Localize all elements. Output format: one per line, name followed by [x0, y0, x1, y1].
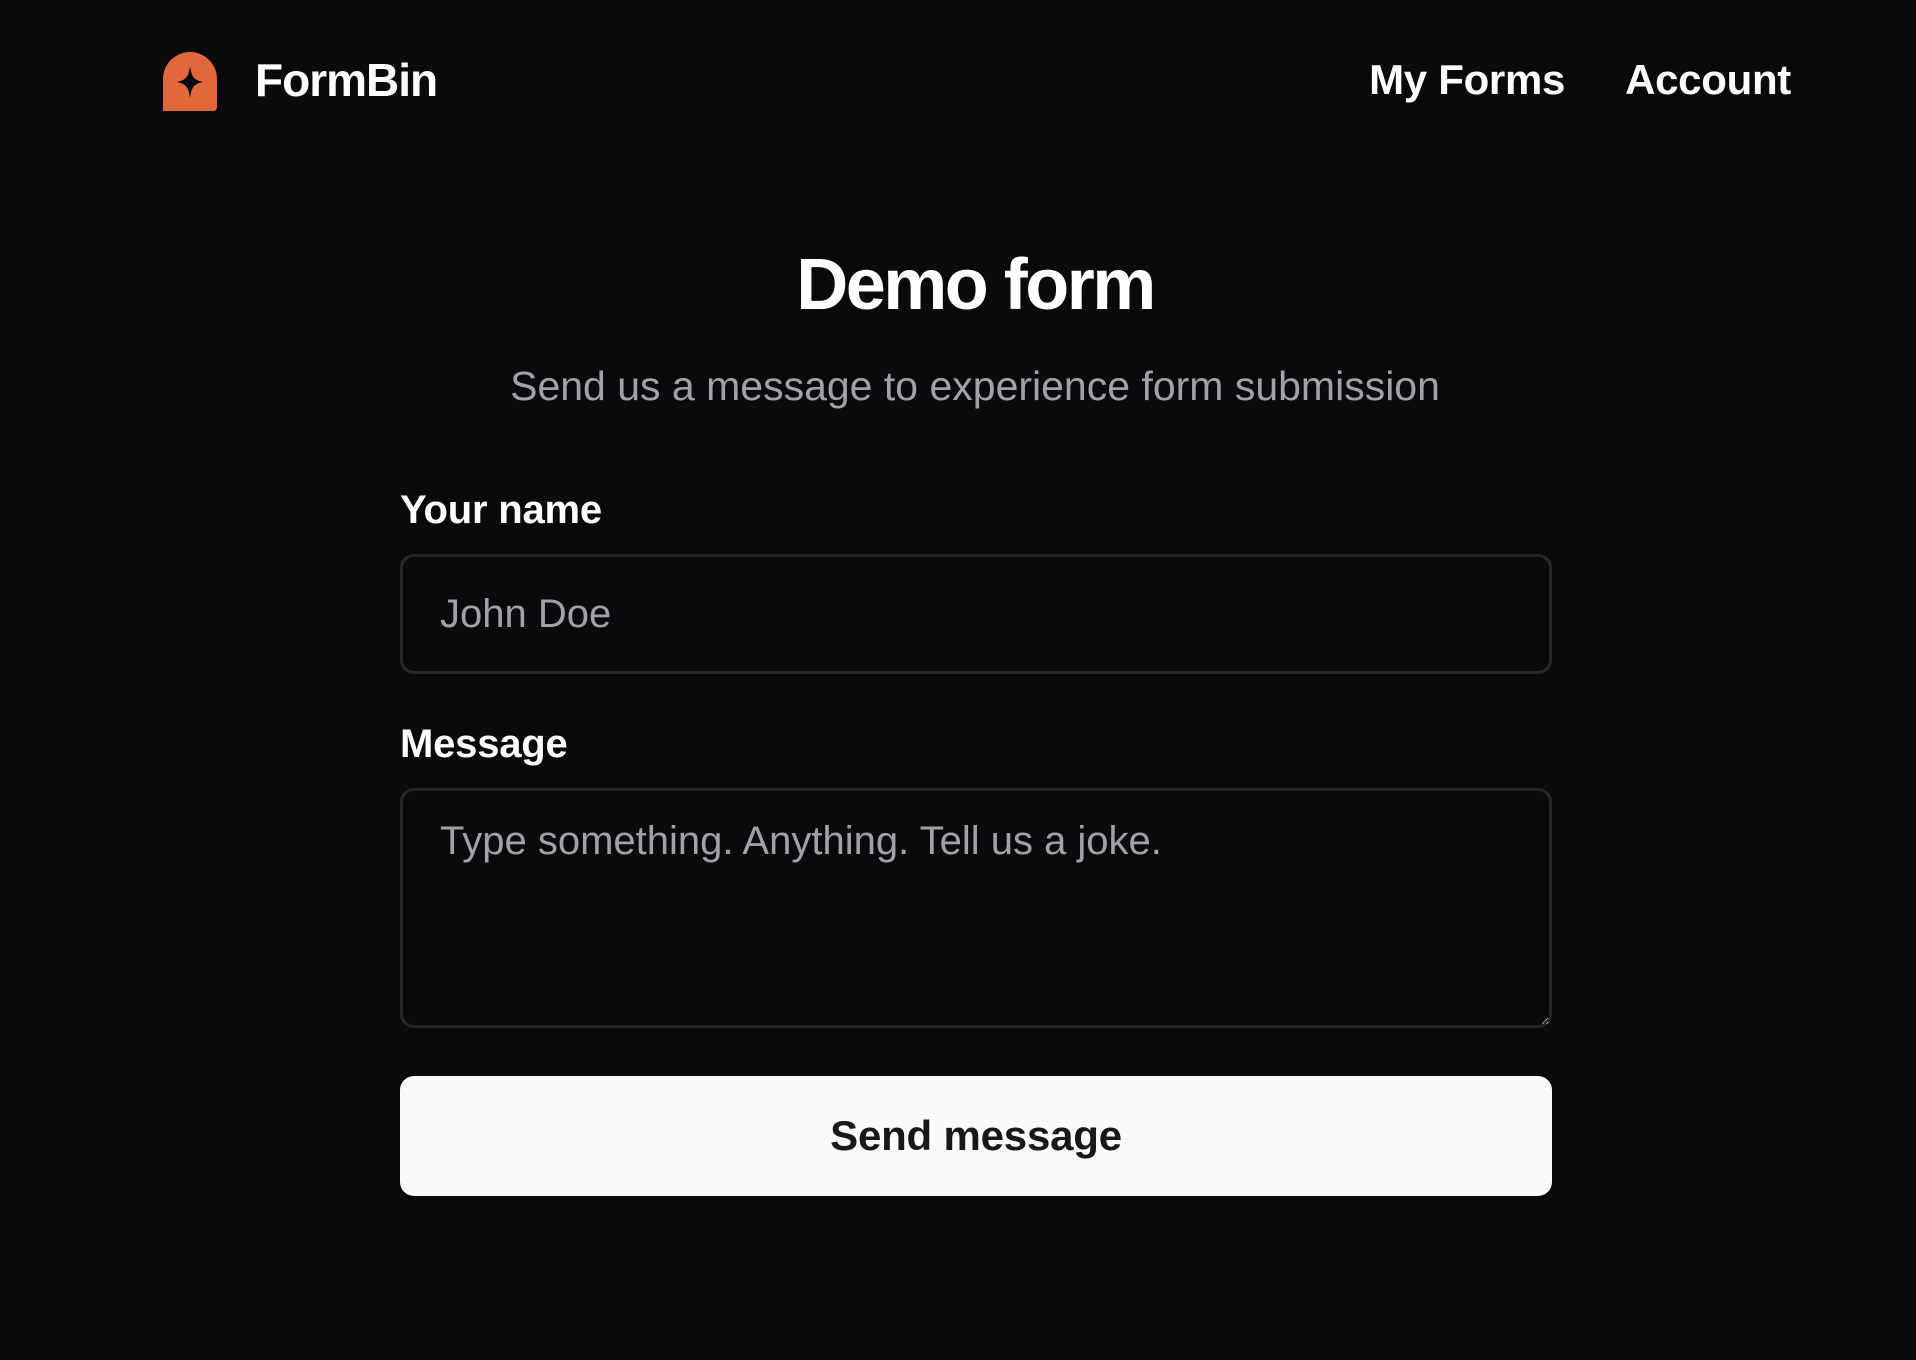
brand-home-link[interactable]: FormBin: [159, 49, 438, 111]
page: FormBin My Forms Account Demo form Send …: [0, 0, 1916, 1360]
send-message-button[interactable]: Send message: [400, 1076, 1552, 1196]
message-label: Message: [400, 722, 568, 766]
main-nav: My Forms Account: [1369, 49, 1791, 111]
name-input[interactable]: [400, 554, 1552, 674]
name-label: Your name: [400, 488, 602, 532]
top-navbar: FormBin My Forms Account: [0, 0, 1916, 162]
nav-link-account[interactable]: Account: [1625, 49, 1791, 111]
formbin-logo-icon: [163, 52, 217, 111]
nav-link-my-forms[interactable]: My Forms: [1369, 49, 1565, 111]
page-subtitle: Send us a message to experience form sub…: [510, 363, 1440, 409]
message-textarea[interactable]: [400, 788, 1552, 1028]
page-title: Demo form: [796, 245, 1156, 325]
brand-name: FormBin: [255, 54, 438, 106]
